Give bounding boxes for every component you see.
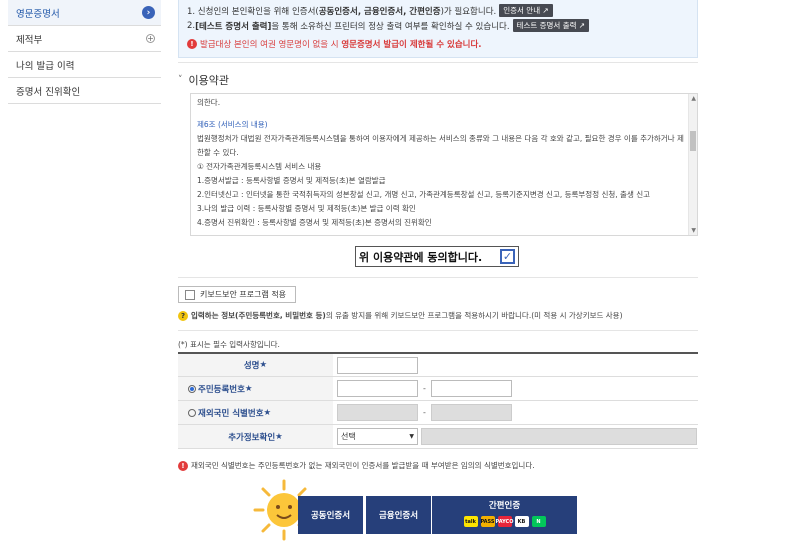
- notice-warning: ! 발급대상 본인의 여권 영문명이 없을 시 영문증명서 발급이 제한될 수 …: [187, 36, 689, 51]
- agree-terms-checkbox[interactable]: 위 이용약관에 동의합니다. ✓: [355, 246, 519, 267]
- rrn-radio[interactable]: [188, 384, 196, 393]
- scroll-up-icon[interactable]: ▲: [691, 95, 696, 102]
- plus-icon: +: [146, 34, 155, 43]
- extra-select[interactable]: 선택 ▼: [337, 428, 418, 445]
- notice-line-1: 1. 신청인의 본인확인을 위해 인증서(공동인증서, 금융인증서, 간편인증)…: [187, 3, 689, 18]
- sidebar-item-english-certificate[interactable]: 영문증명서 ›: [8, 0, 161, 26]
- terms-section-title[interactable]: ˅ 이용약관: [178, 72, 229, 88]
- foreign-front-input[interactable]: [337, 404, 418, 421]
- sidebar-item-label: 영문증명서: [16, 8, 60, 20]
- notice-line-2: 2. [테스트 증명서 출력] 을 통해 소유하신 프린터의 정상 출력 여부를 확…: [187, 18, 689, 33]
- keyboard-security-toggle[interactable]: 키보드보안 프로그램 적용: [178, 286, 296, 303]
- extra-input[interactable]: [421, 428, 697, 445]
- external-link-icon: ↗: [578, 21, 586, 30]
- required-note: (*) 표시는 필수 입력사항입니다.: [178, 340, 280, 349]
- terms-box[interactable]: 의한다. 제6조 (서비스의 내용) 법원행정처가 대법원 전자가족관계등록시스…: [190, 93, 698, 236]
- divider: [178, 330, 698, 331]
- divider: [178, 62, 698, 63]
- certificate-guide-button[interactable]: 인증서 안내 ↗: [499, 4, 553, 17]
- foreign-radio[interactable]: [188, 408, 196, 417]
- rrn-back-input[interactable]: [430, 380, 512, 397]
- form-row-extra: 추가정보확인 ★ 선택 ▼: [178, 425, 698, 449]
- test-print-button[interactable]: 테스트 증명서 출력 ↗: [512, 19, 590, 32]
- sidebar-item-verify[interactable]: 증명서 진위확인: [8, 78, 161, 104]
- name-label: 성명 ★: [178, 354, 333, 376]
- identity-form: 성명 ★ 주민등록번호 ★ - 재외국민 식별번호 ★ - 추가정보확인 ★ 선…: [178, 352, 698, 449]
- rrn-front-input[interactable]: [337, 380, 418, 397]
- chevron-right-icon: ›: [142, 6, 155, 19]
- terms-text: 의한다. 제6조 (서비스의 내용) 법원행정처가 대법원 전자가족관계등록시스…: [197, 98, 684, 227]
- sidebar-item-my-history[interactable]: 나의 발급 이력: [8, 52, 161, 78]
- checkbox[interactable]: [185, 289, 195, 300]
- form-row-rrn: 주민등록번호 ★ -: [178, 377, 698, 401]
- simple-auth-button[interactable]: 간편인증 talk PASS PAYCO KB N: [432, 496, 577, 534]
- caret-down-icon: ▼: [409, 433, 414, 440]
- external-link-icon: ↗: [542, 6, 549, 15]
- extra-label: 추가정보확인 ★: [178, 425, 333, 448]
- question-icon: ?: [178, 310, 188, 321]
- foreign-back-input[interactable]: [430, 404, 512, 421]
- name-input[interactable]: [337, 356, 418, 374]
- chevron-down-icon: ˅: [178, 75, 183, 85]
- pass-icon: PASS: [480, 516, 495, 527]
- warning-icon: !: [178, 460, 188, 471]
- warning-icon: !: [187, 38, 197, 49]
- joint-certificate-button[interactable]: 공동인증서: [298, 496, 363, 534]
- keyboard-info: ? 입력하는 정보(주민등록번호, 비밀번호 등) 의 유출 방지를 위해 키보드…: [178, 310, 623, 321]
- check-icon: ✓: [500, 249, 515, 264]
- form-row-name: 성명 ★: [178, 354, 698, 377]
- terms-scrollbar[interactable]: ▲ ▼: [688, 94, 697, 235]
- kb-icon: KB: [514, 516, 529, 527]
- notice-box: 1. 신청인의 본인확인을 위해 인증서(공동인증서, 금융인증서, 간편인증)…: [178, 0, 698, 58]
- simple-auth-logos: talk PASS PAYCO KB N: [463, 516, 546, 527]
- scroll-thumb[interactable]: [690, 131, 696, 151]
- sidebar: 영문증명서 › 제적부 + 나의 발급 이력 증명서 진위확인: [8, 0, 161, 104]
- form-row-foreign: 재외국민 식별번호 ★ -: [178, 401, 698, 425]
- sidebar-item-label: 나의 발급 이력: [16, 60, 75, 72]
- kakao-icon: talk: [463, 516, 478, 527]
- sidebar-item-label: 증명서 진위확인: [16, 86, 81, 98]
- naver-icon: N: [531, 516, 546, 527]
- sidebar-item-removed-register[interactable]: 제적부 +: [8, 26, 161, 52]
- foreign-id-note: ! 재외국민 식별번호는 주민등록번호가 없는 재외국민이 인증서를 발급받을 …: [178, 460, 535, 471]
- foreign-label[interactable]: 재외국민 식별번호 ★: [178, 401, 333, 424]
- sidebar-item-label: 제적부: [16, 34, 43, 46]
- scroll-down-icon[interactable]: ▼: [691, 227, 696, 234]
- finance-certificate-button[interactable]: 금융인증서: [366, 496, 431, 534]
- payco-icon: PAYCO: [496, 516, 513, 527]
- rrn-label[interactable]: 주민등록번호 ★: [178, 377, 333, 400]
- divider: [178, 277, 698, 278]
